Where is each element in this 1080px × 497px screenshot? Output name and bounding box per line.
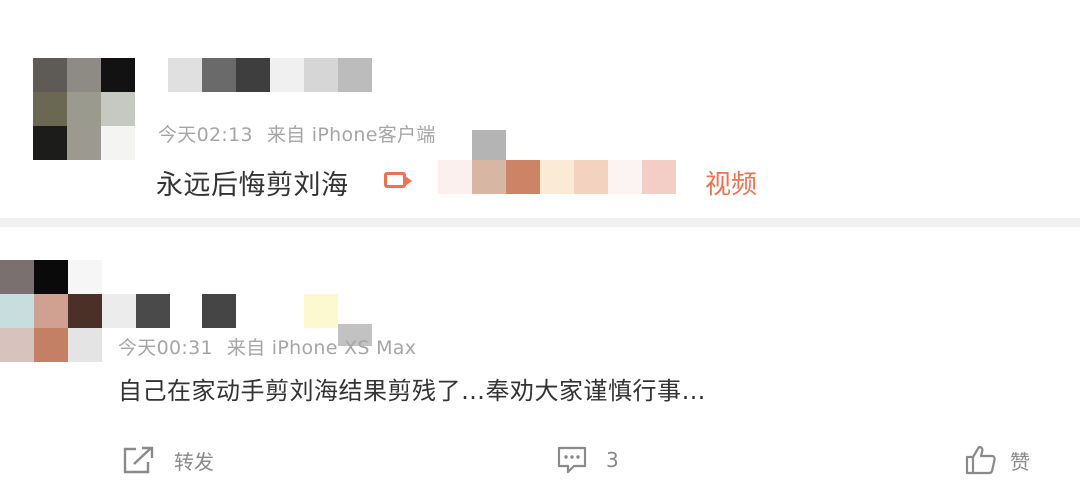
like-label: 赞 [1010, 449, 1030, 474]
post-divider [0, 218, 1080, 227]
avatar-1[interactable] [33, 58, 135, 160]
avatar-2[interactable] [0, 260, 102, 362]
post-source-1: 来自 iPhone客户端 [266, 124, 436, 146]
share-icon [122, 445, 156, 475]
username-1[interactable] [168, 58, 372, 92]
video-link[interactable]: 视频 [705, 164, 757, 201]
video-icon[interactable] [384, 172, 412, 188]
post-meta-2: 今天00:31 来自 iPhone XS Max [118, 333, 416, 360]
comment-count: 3 [606, 448, 619, 472]
repost-label: 转发 [174, 449, 214, 474]
comment-button[interactable]: 3 [556, 440, 619, 480]
video-link-mosaic [438, 130, 688, 194]
comment-icon [556, 445, 588, 475]
repost-button[interactable]: 转发 [122, 440, 214, 480]
post-time-2: 今天00:31 [118, 337, 213, 359]
like-button[interactable]: 赞 [964, 440, 1030, 480]
post-source-2: 来自 iPhone XS Max [226, 337, 417, 359]
like-icon [964, 444, 998, 476]
post-meta-1: 今天02:13 来自 iPhone客户端 [158, 120, 436, 147]
post-item-1: 今天02:13 来自 iPhone客户端 永远后悔剪刘海 视频 [0, 0, 1080, 222]
post-time-1: 今天02:13 [158, 124, 253, 146]
post-content-2: 自己在家动手剪刘海结果剪残了…奉劝大家谨慎行事… [118, 377, 706, 405]
post-content-1: 永远后悔剪刘海 [156, 170, 349, 201]
username-2[interactable] [102, 294, 372, 346]
